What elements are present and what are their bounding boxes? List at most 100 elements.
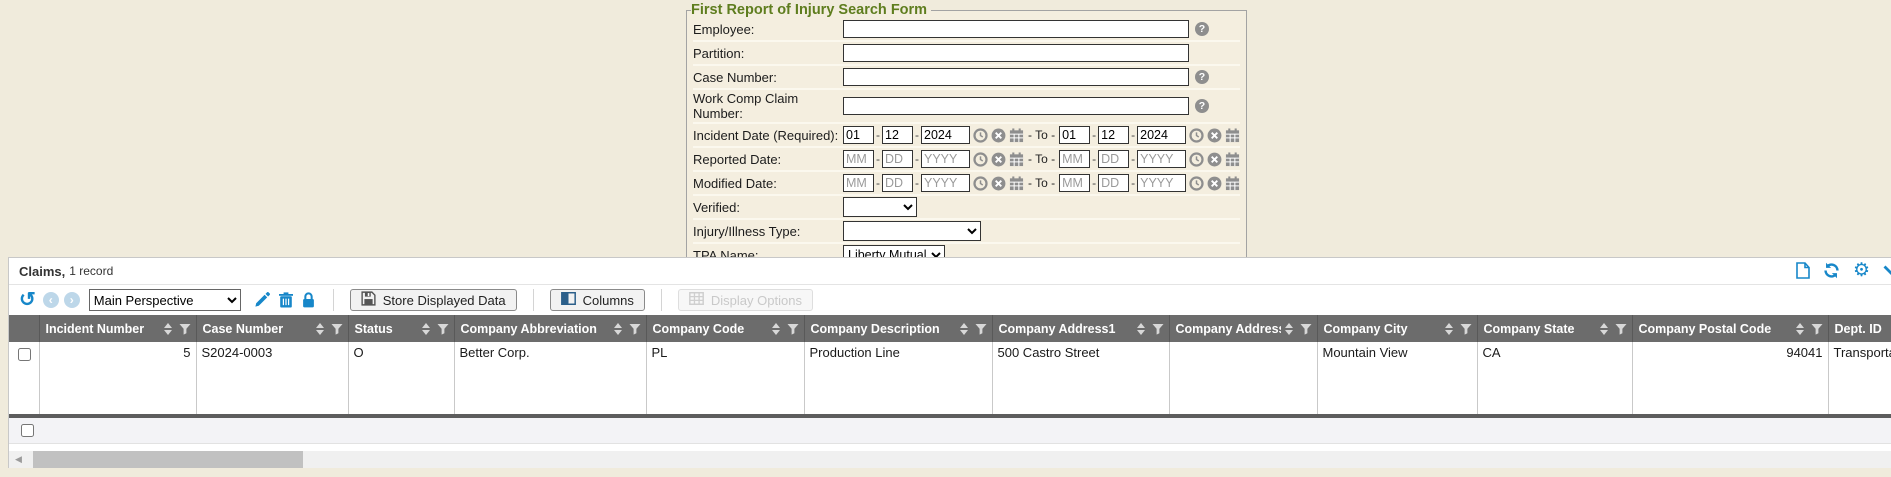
incident-to-year-input[interactable] xyxy=(1137,126,1186,144)
store-displayed-data-button[interactable]: Store Displayed Data xyxy=(350,289,517,311)
column-header-company-description[interactable]: Company Description xyxy=(804,315,992,342)
sort-icon[interactable] xyxy=(1137,323,1145,335)
filter-funnel-icon[interactable] xyxy=(1152,323,1164,335)
reported-to-year-input[interactable] xyxy=(1137,150,1186,168)
help-icon[interactable]: ? xyxy=(1195,70,1209,84)
modified-to-year-input[interactable] xyxy=(1137,174,1186,192)
reported-from-year-input[interactable] xyxy=(921,150,970,168)
table-row[interactable]: 5 S2024-0003 O Better Corp. PL Productio… xyxy=(9,342,1891,414)
incident-to-day-input[interactable] xyxy=(1098,126,1129,144)
column-header-company-city[interactable]: Company City xyxy=(1317,315,1477,342)
incident-to-month-input[interactable] xyxy=(1059,126,1090,144)
column-header-company-code[interactable]: Company Code xyxy=(646,315,804,342)
previous-perspective-icon: ‹ xyxy=(43,292,59,308)
scroll-left-arrow-icon[interactable]: ◀ xyxy=(15,455,22,464)
filter-funnel-icon[interactable] xyxy=(179,323,191,335)
undo-icon[interactable]: ↺ xyxy=(19,290,36,310)
sort-icon[interactable] xyxy=(164,323,172,335)
filter-funnel-icon[interactable] xyxy=(1811,323,1823,335)
clear-date-icon[interactable] xyxy=(1207,128,1222,143)
column-header-dept-id[interactable]: Dept. ID xyxy=(1828,315,1891,342)
calendar-icon[interactable] xyxy=(1009,128,1024,143)
select-all-header-cell[interactable] xyxy=(9,315,39,342)
sort-icon[interactable] xyxy=(960,323,968,335)
injury-type-select[interactable] xyxy=(843,221,981,241)
column-header-company-address1[interactable]: Company Address1 xyxy=(992,315,1169,342)
new-document-icon[interactable] xyxy=(1796,262,1810,279)
gear-icon[interactable]: ⚙ xyxy=(1853,262,1870,279)
date-dash: - xyxy=(915,128,919,142)
clock-icon[interactable] xyxy=(1189,128,1204,143)
delete-trash-icon[interactable] xyxy=(279,292,293,308)
clear-date-icon[interactable] xyxy=(991,152,1006,167)
filter-funnel-icon[interactable] xyxy=(787,323,799,335)
filter-funnel-icon[interactable] xyxy=(1300,323,1312,335)
columns-button[interactable]: Columns xyxy=(550,289,645,311)
sort-icon[interactable] xyxy=(772,323,780,335)
work-comp-claim-input[interactable] xyxy=(843,97,1189,115)
reported-to-day-input[interactable] xyxy=(1098,150,1129,168)
help-icon[interactable]: ? xyxy=(1195,99,1209,113)
lock-icon[interactable] xyxy=(302,292,315,308)
filter-funnel-icon[interactable] xyxy=(975,323,987,335)
filter-funnel-icon[interactable] xyxy=(1615,323,1627,335)
column-header-company-postal-code[interactable]: Company Postal Code xyxy=(1632,315,1828,342)
calendar-icon[interactable] xyxy=(1225,176,1240,191)
verified-select[interactable] xyxy=(843,197,917,217)
partition-input[interactable] xyxy=(843,44,1189,62)
column-header-status[interactable]: Status xyxy=(348,315,454,342)
calendar-icon[interactable] xyxy=(1225,152,1240,167)
column-header-company-state[interactable]: Company State xyxy=(1477,315,1632,342)
incident-from-day-input[interactable] xyxy=(882,126,913,144)
sort-icon[interactable] xyxy=(614,323,622,335)
case-number-input[interactable] xyxy=(843,68,1189,86)
employee-input[interactable] xyxy=(843,20,1189,38)
filter-funnel-icon[interactable] xyxy=(331,323,343,335)
chevron-down-icon[interactable] xyxy=(1883,265,1891,276)
sort-icon[interactable] xyxy=(1445,323,1453,335)
sort-icon[interactable] xyxy=(316,323,324,335)
clear-date-icon[interactable] xyxy=(991,128,1006,143)
footer-checkbox[interactable] xyxy=(21,424,34,437)
column-header-case-number[interactable]: Case Number xyxy=(196,315,348,342)
clock-icon[interactable] xyxy=(973,176,988,191)
sort-icon[interactable] xyxy=(422,323,430,335)
modified-from-year-input[interactable] xyxy=(921,174,970,192)
scrollbar-thumb[interactable] xyxy=(33,451,303,468)
column-header-incident-number[interactable]: Incident Number xyxy=(39,315,196,342)
filter-funnel-icon[interactable] xyxy=(629,323,641,335)
modified-to-month-input[interactable] xyxy=(1059,174,1090,192)
column-header-company-abbreviation[interactable]: Company Abbreviation xyxy=(454,315,646,342)
reported-from-month-input[interactable] xyxy=(843,150,874,168)
incident-from-month-input[interactable] xyxy=(843,126,874,144)
sort-icon[interactable] xyxy=(1796,323,1804,335)
edit-pencil-icon[interactable] xyxy=(254,292,270,308)
incident-from-year-input[interactable] xyxy=(921,126,970,144)
perspective-select[interactable]: Main Perspective xyxy=(89,289,241,311)
clock-icon[interactable] xyxy=(1189,176,1204,191)
reported-from-day-input[interactable] xyxy=(882,150,913,168)
calendar-icon[interactable] xyxy=(1225,128,1240,143)
clock-icon[interactable] xyxy=(973,128,988,143)
modified-from-month-input[interactable] xyxy=(843,174,874,192)
clear-date-icon[interactable] xyxy=(1207,176,1222,191)
columns-label: Columns xyxy=(583,293,634,308)
refresh-icon[interactable] xyxy=(1823,262,1840,279)
calendar-icon[interactable] xyxy=(1009,152,1024,167)
clock-icon[interactable] xyxy=(973,152,988,167)
help-icon[interactable]: ? xyxy=(1195,22,1209,36)
clock-icon[interactable] xyxy=(1189,152,1204,167)
clear-date-icon[interactable] xyxy=(991,176,1006,191)
sort-icon[interactable] xyxy=(1600,323,1608,335)
reported-to-month-input[interactable] xyxy=(1059,150,1090,168)
clear-date-icon[interactable] xyxy=(1207,152,1222,167)
sort-icon[interactable] xyxy=(1285,323,1293,335)
column-header-company-address2[interactable]: Company Address2 xyxy=(1169,315,1317,342)
horizontal-scrollbar[interactable]: ◀ xyxy=(9,451,1891,468)
modified-from-day-input[interactable] xyxy=(882,174,913,192)
filter-funnel-icon[interactable] xyxy=(437,323,449,335)
calendar-icon[interactable] xyxy=(1009,176,1024,191)
row-checkbox[interactable] xyxy=(18,348,31,361)
filter-funnel-icon[interactable] xyxy=(1460,323,1472,335)
modified-to-day-input[interactable] xyxy=(1098,174,1129,192)
